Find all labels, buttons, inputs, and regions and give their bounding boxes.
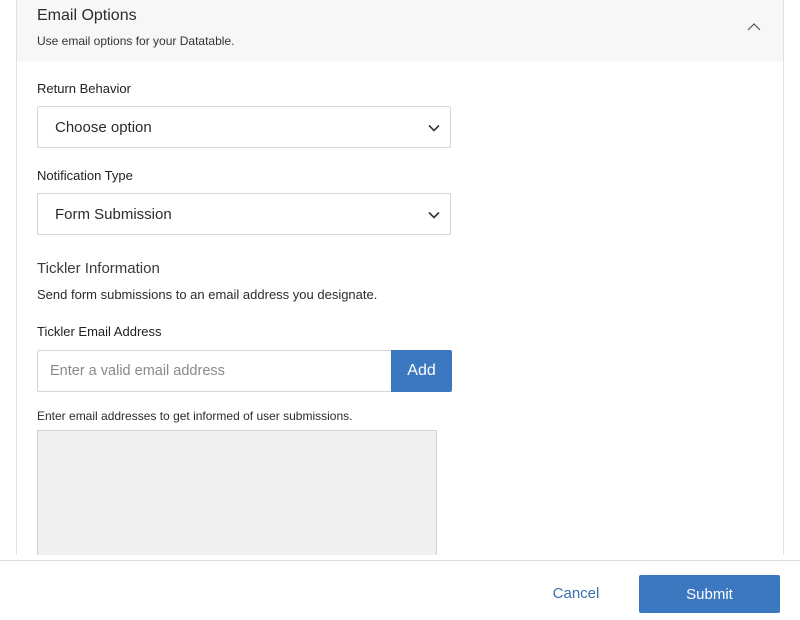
cancel-button[interactable]: Cancel xyxy=(536,573,616,613)
tickler-section-description: Send form submissions to an email addres… xyxy=(37,287,378,302)
tickler-email-label: Tickler Email Address xyxy=(37,324,162,339)
tickler-helper-text: Enter email addresses to get informed of… xyxy=(37,409,353,423)
collapse-toggle-button[interactable] xyxy=(745,18,763,36)
tickler-section-title: Tickler Information xyxy=(37,260,160,277)
notification-type-label: Notification Type xyxy=(37,168,133,183)
return-behavior-select[interactable]: Choose option xyxy=(37,106,451,148)
tickler-email-input[interactable] xyxy=(37,350,391,392)
panel-header: Email Options Use email options for your… xyxy=(17,0,783,61)
email-options-panel: Email Options Use email options for your… xyxy=(16,0,784,555)
chevron-down-icon xyxy=(427,208,441,222)
return-behavior-value: Choose option xyxy=(55,119,152,136)
panel-subtitle: Use email options for your Datatable. xyxy=(37,34,235,48)
form-footer: Cancel Submit xyxy=(0,560,800,620)
tickler-emails-list[interactable] xyxy=(37,430,437,555)
notification-type-select[interactable]: Form Submission xyxy=(37,193,451,235)
notification-type-value: Form Submission xyxy=(55,206,172,223)
chevron-down-icon xyxy=(427,121,441,135)
add-email-button[interactable]: Add xyxy=(391,350,452,392)
return-behavior-label: Return Behavior xyxy=(37,81,131,96)
panel-title: Email Options xyxy=(37,7,137,24)
submit-button[interactable]: Submit xyxy=(639,575,780,613)
chevron-up-icon xyxy=(747,23,761,31)
